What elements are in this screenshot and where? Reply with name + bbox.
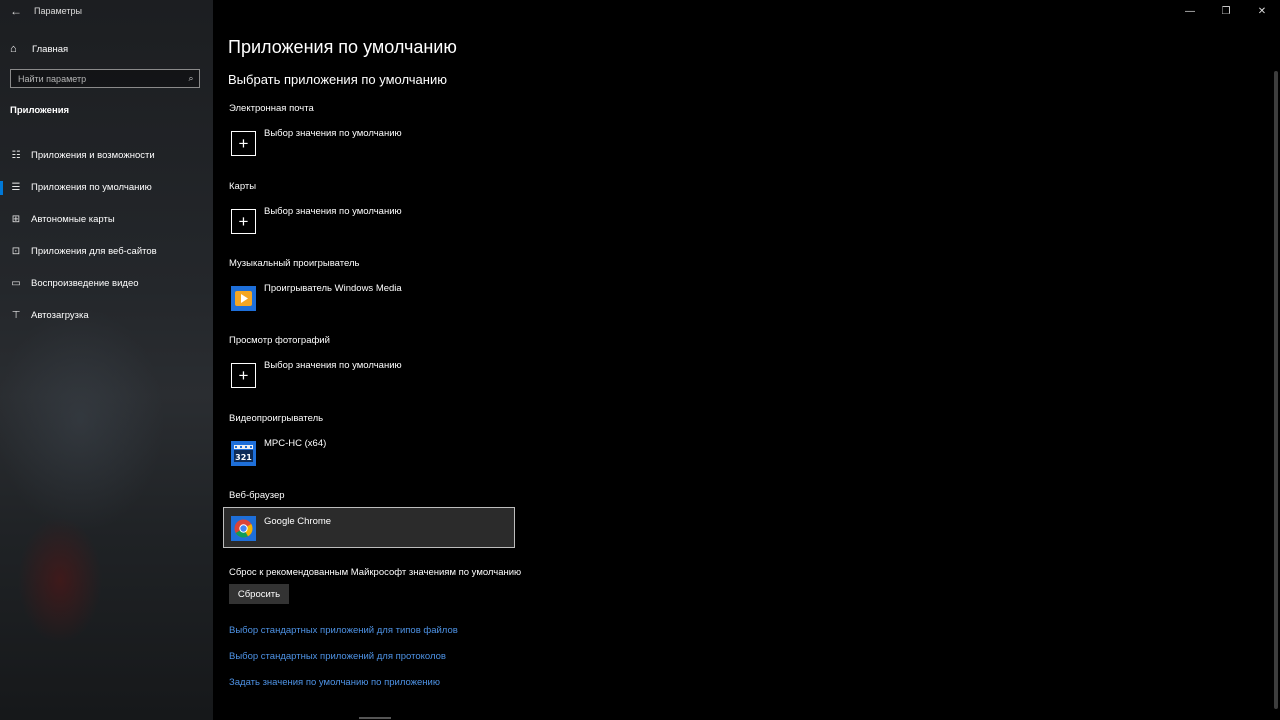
default-app-browser[interactable]: Google Chrome [223,507,515,548]
chrome-icon [231,516,256,541]
default-app-video[interactable]: 321 MPC-HC (x64) [228,435,518,477]
default-app-photos[interactable]: + Выбор значения по умолчанию [228,357,518,399]
link-protocols[interactable]: Выбор стандартных приложений для протоко… [229,651,446,662]
sidebar-item-label: Автономные карты [31,213,115,225]
home-icon: ⌂ [10,43,17,55]
section-title: Приложения [10,105,70,116]
startup-icon: ⊤ [11,309,21,321]
app-name: Google Chrome [264,516,332,527]
search-icon[interactable]: ⌕ [183,73,199,84]
windows-media-player-icon [231,286,256,311]
default-app-maps[interactable]: + Выбор значения по умолчанию [228,203,518,245]
sidebar-item-apps-websites[interactable]: ⊡ Приложения для веб-сайтов [0,235,213,267]
sidebar-item-default-apps[interactable]: ☰ Приложения по умолчанию [0,171,213,203]
default-apps-icon: ☰ [11,181,21,193]
search-input[interactable]: Найти параметр [11,74,183,84]
app-name: Выбор значения по умолчанию [264,360,402,371]
reset-label: Сброс к рекомендованным Майкрософт значе… [229,567,522,578]
main-content: Приложения по умолчанию Выбрать приложен… [223,0,1268,720]
page-subtitle: Выбрать приложения по умолчанию [228,72,447,87]
back-button[interactable]: ← [0,0,32,22]
title-bar: ← Параметры [0,0,213,22]
category-label-video: Видеопроигрыватель [229,413,324,424]
plus-icon: + [231,209,256,234]
category-label-music: Музыкальный проигрыватель [229,258,360,269]
search-box[interactable]: Найти параметр ⌕ [10,69,200,88]
sidebar-item-label: Автозагрузка [31,309,89,321]
sidebar-item-video-playback[interactable]: ▭ Воспроизведение видео [0,267,213,299]
map-icon: ⊞ [11,213,21,225]
mpc-hc-icon: 321 [231,441,256,466]
app-name: Выбор значения по умолчанию [264,128,402,139]
page-title: Приложения по умолчанию [228,37,457,57]
window-title: Параметры [34,6,82,16]
app-name: Выбор значения по умолчанию [264,206,402,217]
svg-text:321: 321 [235,453,252,462]
nav-home[interactable]: ⌂ Главная [10,41,68,57]
video-playback-icon: ▭ [11,277,21,289]
reset-button[interactable]: Сбросить [229,584,289,604]
category-label-photos: Просмотр фотографий [229,335,330,346]
sidebar-item-label: Приложения и возможности [31,149,155,161]
apps-list-icon: ☷ [11,149,21,161]
website-apps-icon: ⊡ [11,245,21,257]
back-arrow-icon: ← [10,4,22,18]
plus-icon: + [231,131,256,156]
app-name: MPC-HC (x64) [264,438,327,449]
sidebar-item-startup[interactable]: ⊤ Автозагрузка [0,299,213,331]
sidebar-item-label: Воспроизведение видео [31,277,139,289]
category-label-maps: Карты [229,181,257,192]
sidebar-item-label: Приложения по умолчанию [31,181,152,193]
sidebar-item-offline-maps[interactable]: ⊞ Автономные карты [0,203,213,235]
category-label-email: Электронная почта [229,103,314,114]
sidebar-item-apps-features[interactable]: ☷ Приложения и возможности [0,139,213,171]
link-by-app[interactable]: Задать значения по умолчанию по приложен… [229,677,440,688]
app-name: Проигрыватель Windows Media [264,283,402,294]
plus-icon: + [231,363,256,388]
bottom-indicator [359,717,391,719]
category-label-browser: Веб-браузер [229,490,285,501]
nav-home-label: Главная [32,43,69,55]
default-app-music[interactable]: Проигрыватель Windows Media [228,280,518,322]
scrollbar[interactable] [1274,71,1278,709]
nav-list: ☷ Приложения и возможности ☰ Приложения … [0,139,213,331]
sidebar: ← Параметры ⌂ Главная Найти параметр ⌕ П… [0,0,213,720]
link-file-types[interactable]: Выбор стандартных приложений для типов ф… [229,625,458,636]
sidebar-item-label: Приложения для веб-сайтов [31,245,157,257]
default-app-email[interactable]: + Выбор значения по умолчанию [228,125,518,167]
